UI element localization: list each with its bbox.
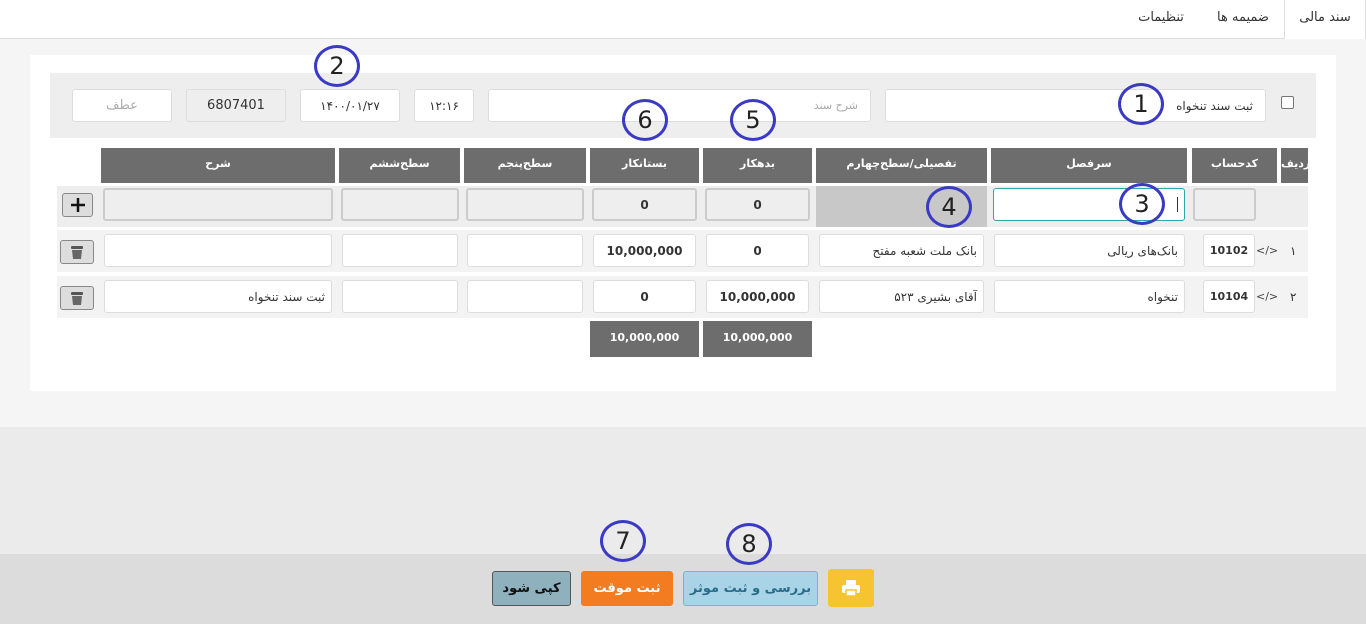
col-ledger: سرفصل [991,148,1187,183]
doc-number-value: 6807401 [207,98,265,113]
annotation-marker-7: 7 [600,520,646,562]
annotation-marker-4: 4 [926,186,972,228]
col-detail: تفصیلی/سطح‌چهارم [816,148,987,183]
account-code-input[interactable]: 10102 [1203,234,1255,267]
col-description: شرح [101,148,335,183]
new-debit-value: 0 [753,197,762,212]
annotation-marker-2: 2 [314,45,360,87]
level5-input[interactable] [467,280,583,313]
trash-icon [71,291,83,305]
detail-value: آقای بشیری ۵۲۳ [894,289,977,304]
new-description-input[interactable] [103,188,333,221]
description-field[interactable]: ثبت سند تنخواه [885,89,1266,122]
tab-settings[interactable]: تنظیمات [1124,0,1198,39]
new-level6-input[interactable] [341,188,459,221]
time-field[interactable]: ۱۲:۱۶ [414,89,474,122]
debit-input[interactable]: 10,000,000 [706,280,809,313]
col-level6: سطح‌ششم [339,148,460,183]
code-brackets-icon[interactable]: </> [1256,244,1278,257]
description-input[interactable]: ثبت سند تنخواه [104,280,332,313]
detail-input[interactable]: بانک ملت شعبه مفتح [819,234,984,267]
new-account-code-input[interactable] [1193,188,1256,221]
date-field[interactable]: ۱۴۰۰/۰۱/۲۷ [300,89,400,122]
printer-icon [842,580,860,597]
row-number: ۱ [1290,244,1297,258]
credit-input[interactable]: 10,000,000 [593,234,696,267]
credit-value: 0 [640,289,649,304]
delete-row-button[interactable] [60,286,94,310]
row-number: ۲ [1290,290,1297,304]
annotation-marker-3: 3 [1119,183,1165,225]
col-row: ردیف [1281,148,1310,183]
code-brackets-icon[interactable]: </> [1256,290,1278,303]
annotation-marker-1: 1 [1118,83,1164,125]
new-debit-input[interactable]: 0 [705,188,810,221]
tab-financial-document[interactable]: سند مالی [1284,0,1366,40]
credit-value: 10,000,000 [606,243,683,258]
annotation-marker-5: 5 [730,99,776,141]
col-level5: سطح‌پنجم [464,148,586,183]
col-credit: بستانکار [590,148,699,183]
level5-input[interactable] [467,234,583,267]
reference-placeholder: عطف [106,98,138,113]
temp-save-button[interactable]: ثبت موقت [581,571,673,606]
description-value: ثبت سند تنخواه [248,289,325,304]
col-debit: بدهکار [703,148,812,183]
copy-button[interactable]: کپی شود [492,571,571,606]
tab-attachments[interactable]: ضمیمه ها [1203,0,1283,39]
ledger-value: تنخواه [1147,289,1178,304]
ledger-input[interactable]: تنخواه [994,280,1185,313]
header-checkbox[interactable] [1281,96,1294,109]
col-account-code: کدحساب [1192,148,1277,183]
doc-number-field: 6807401 [186,89,286,122]
new-credit-value: 0 [640,197,649,212]
debit-value: 10,000,000 [719,289,796,304]
total-debit: 10,000,000 [703,321,812,357]
review-save-button[interactable]: بررسی و ثبت موثر [683,571,818,606]
description-field-value: ثبت سند تنخواه [1176,98,1253,113]
text-cursor [1177,197,1178,212]
doc-description-placeholder: شرح سند [813,99,858,112]
new-level5-input[interactable] [466,188,584,221]
annotation-marker-6: 6 [622,99,668,141]
delete-row-button[interactable] [60,240,94,264]
ledger-value: بانک‌های ریالی [1107,243,1178,258]
detail-input[interactable]: آقای بشیری ۵۲۳ [819,280,984,313]
account-code-value: 10104 [1209,290,1249,303]
doc-description-input[interactable]: شرح سند [488,89,871,122]
detail-value: بانک ملت شعبه مفتح [872,243,977,258]
reference-input[interactable]: عطف [72,89,172,122]
total-credit: 10,000,000 [590,321,699,357]
level6-input[interactable] [342,234,458,267]
debit-input[interactable]: 0 [706,234,809,267]
add-row-button[interactable] [62,193,93,217]
date-value: ۱۴۰۰/۰۱/۲۷ [320,98,380,113]
ledger-input[interactable]: بانک‌های ریالی [994,234,1185,267]
trash-icon [71,245,83,259]
tab-bar: سند مالی ضمیمه ها تنظیمات [0,0,1366,40]
plus-icon [70,198,85,212]
account-code-input[interactable]: 10104 [1203,280,1255,313]
account-code-value: 10102 [1209,244,1249,257]
time-value: ۱۲:۱۶ [429,98,459,113]
level6-input[interactable] [342,280,458,313]
debit-value: 0 [753,243,762,258]
credit-input[interactable]: 0 [593,280,696,313]
annotation-marker-8: 8 [726,523,772,565]
print-button[interactable] [828,569,874,607]
description-input[interactable] [104,234,332,267]
new-credit-input[interactable]: 0 [592,188,697,221]
